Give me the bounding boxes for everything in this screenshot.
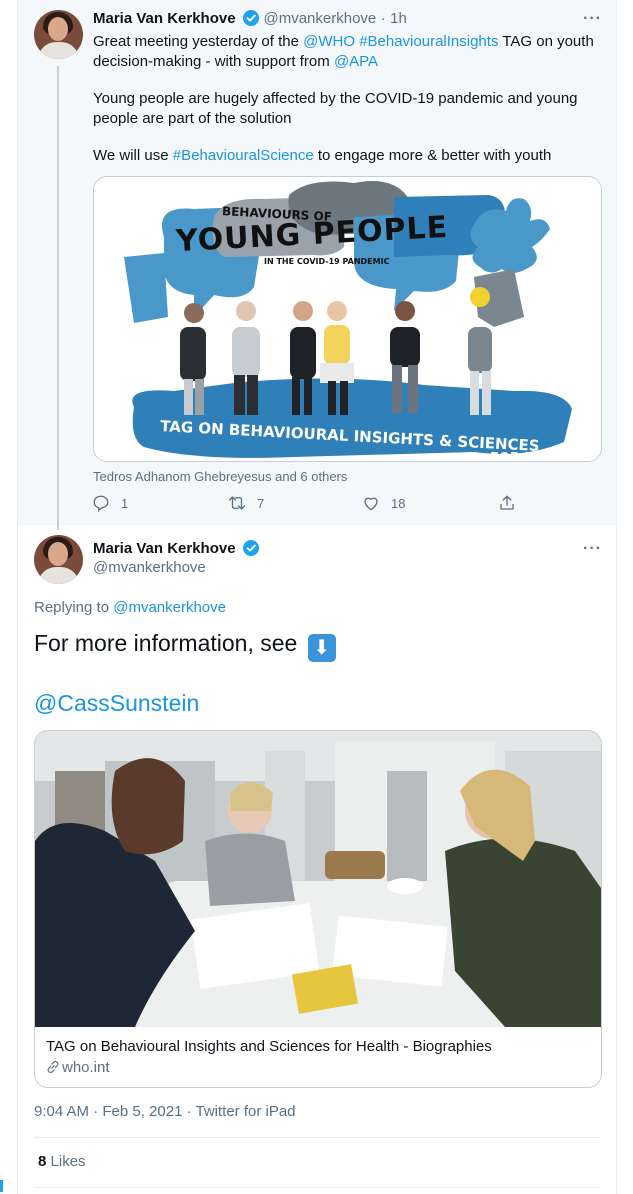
text-segment: Great meeting yesterday of the [93,33,304,50]
link-card-title[interactable]: TAG on Behavioural Insights and Sciences… [46,1038,492,1055]
share-icon [500,495,514,510]
like-count: 18 [391,495,406,511]
image-text-sub: IN THE COVID-19 PANDEMIC [264,257,390,266]
down-arrow-icon: ⬇ [307,634,336,662]
mention-cass-sunstein[interactable]: @CassSunstein [34,689,199,717]
link-card-domain: who.int [62,1059,110,1076]
more-options-icon[interactable]: ··· [583,10,602,28]
text-segment: We will use [93,147,173,164]
link-icon [46,1060,60,1078]
likes-label: Likes [50,1153,86,1170]
author-handle[interactable]: @mvankerkhove [93,559,206,576]
text-segment: to engage more & better with youth [313,147,552,164]
verified-badge-icon [243,10,260,31]
link-card-domain-row: who.int [46,1059,110,1078]
reply-button[interactable]: 1 [92,494,128,512]
replying-prefix: Replying to [34,599,114,616]
hashtag-behavioural-insights[interactable]: #BehaviouralInsights [359,33,498,50]
avatar[interactable] [34,10,83,59]
like-button[interactable]: 18 [362,494,405,512]
mention-apa[interactable]: @APA [334,53,378,70]
share-button[interactable] [498,494,527,512]
link-card-photo [35,731,601,1027]
divider [34,1137,601,1138]
reply-icon [93,495,109,512]
timeline-column: Maria Van Kerkhove @mvankerkhove · 1h ··… [17,0,617,1194]
tweet-text-para3: We will use #BehaviouralScience to engag… [93,146,608,166]
hashtag-behavioural-science[interactable]: #BehaviouralScience [173,147,314,164]
image-text-bottom2: FOR HEA [490,451,555,462]
tweet-text-para1: Great meeting yesterday of the @WHO #Beh… [93,32,608,71]
retweet-count: 7 [257,495,265,511]
reply-count: 1 [121,495,129,511]
tweet-header: Maria Van Kerkhove @mvankerkhove · 1h [93,10,407,31]
retweet-icon [228,496,246,510]
tweet-timestamp[interactable]: 9:04 AM · Feb 5, 2021 · Twitter for iPad [34,1103,296,1120]
thread-line [57,66,59,530]
tweet-time[interactable]: 1h [390,10,407,27]
more-options-icon[interactable]: ··· [583,540,602,558]
tweet-text: For more information, see [34,630,298,656]
replying-to-mention[interactable]: @mvankerkhove [113,599,226,616]
verified-badge-icon [243,540,260,561]
tweet-parent[interactable]: Maria Van Kerkhove @mvankerkhove · 1h ··… [18,0,616,530]
header-separator: · [380,10,386,27]
tweet2-author-row: Maria Van Kerkhove [93,540,260,561]
heart-icon [364,497,378,511]
author-name[interactable]: Maria Van Kerkhove [93,540,236,557]
divider [34,1187,601,1188]
author-name[interactable]: Maria Van Kerkhove [93,10,236,27]
tweet-text-para2: Young people are hugely affected by the … [93,90,578,127]
likes-summary[interactable]: 8 Likes [38,1153,86,1170]
mention-who[interactable]: @WHO [303,33,355,50]
author-handle[interactable]: @mvankerkhove [263,10,376,27]
tweet-image[interactable]: BEHAVIOURS OF YOUNG PEOPLE IN THE COVID-… [93,176,602,462]
avatar[interactable] [34,535,83,584]
replying-to: Replying to @mvankerkhove [34,599,226,616]
tweet-actions: 1 7 18 [90,494,520,518]
likes-count: 8 [38,1153,47,1170]
tweet2-text: For more information, see ⬇ [34,629,336,662]
retweet-button[interactable]: 7 [228,494,264,512]
link-card[interactable]: TAG on Behavioural Insights and Sciences… [34,730,602,1088]
tagged-users[interactable]: Tedros Adhanom Ghebreyesus and 6 others [93,469,347,484]
left-edge-indicator [0,1180,3,1192]
